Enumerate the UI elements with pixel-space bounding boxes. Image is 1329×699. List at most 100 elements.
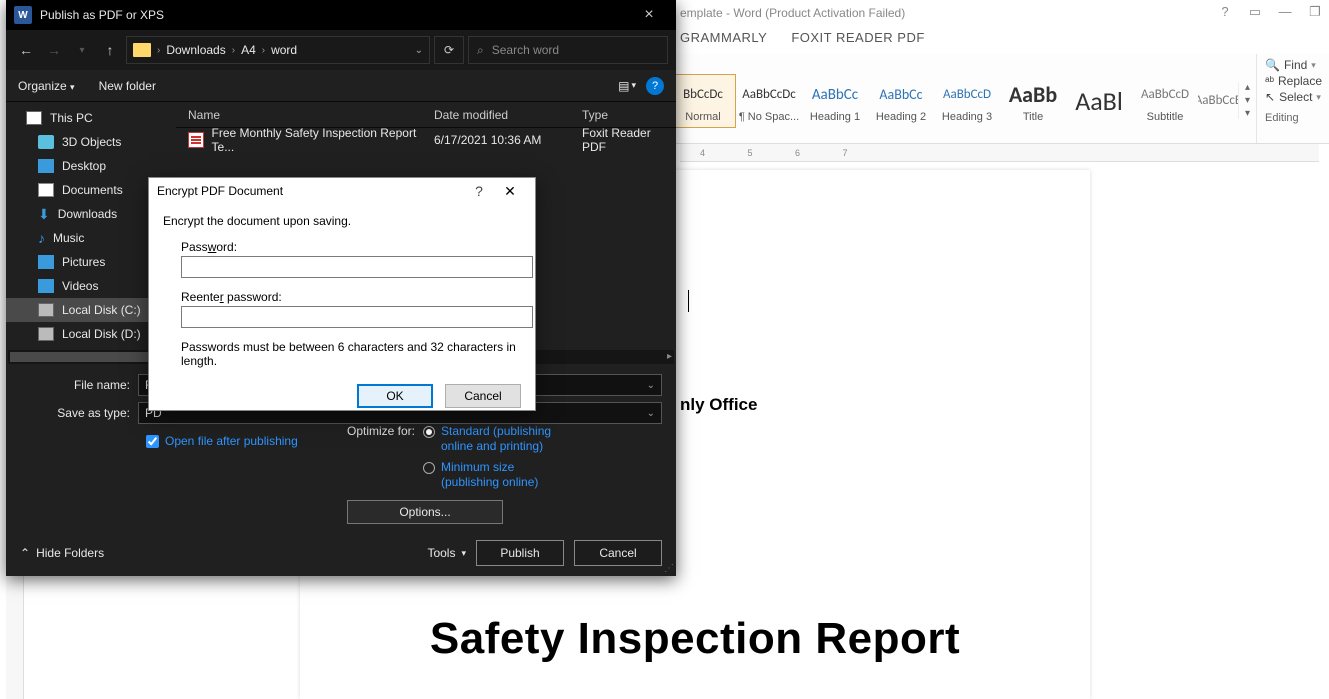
search-placeholder: Search word — [492, 43, 559, 57]
style-title[interactable]: AaBb Title — [1000, 75, 1066, 127]
style-heading2[interactable]: AaBbCc Heading 2 — [868, 75, 934, 127]
help-button[interactable]: ? — [646, 77, 664, 95]
style-gallery[interactable]: BbCcDc Normal AaBbCcDc ¶ No Spac... AaBb… — [670, 54, 1257, 143]
help-icon[interactable]: ? — [1217, 4, 1233, 20]
disk-icon — [38, 327, 54, 341]
chevron-right-icon: › — [262, 45, 265, 56]
search-icon: 🔍 — [1265, 58, 1280, 72]
style-heading1[interactable]: AaBbCc Heading 1 — [802, 75, 868, 127]
style-label: Heading 3 — [936, 111, 998, 123]
up-button[interactable]: ↑ — [98, 42, 122, 58]
pdf-file-icon — [188, 132, 204, 148]
chevron-down-icon: ▾ — [631, 80, 636, 91]
style-sample: AaBbCcD — [1134, 79, 1196, 111]
col-type[interactable]: Type — [582, 108, 676, 122]
forward-button[interactable]: → — [42, 42, 66, 58]
style-aabi[interactable]: AaBl — [1066, 81, 1132, 121]
list-header[interactable]: Name Date modified Type — [176, 102, 676, 128]
back-button[interactable]: ← — [14, 42, 38, 58]
view-button[interactable]: ▤▾ — [618, 79, 636, 93]
optimize-minimum-radio[interactable]: Minimum size (publishing online) — [423, 460, 571, 490]
style-sample: AaBl — [1068, 85, 1130, 117]
chevron-down-icon: ▾ — [1245, 95, 1250, 106]
find-button[interactable]: 🔍Find▾ — [1265, 58, 1322, 72]
tab-grammarly[interactable]: GRAMMARLY — [680, 30, 767, 45]
optimize-standard-radio[interactable]: Standard (publishing online and printing… — [423, 424, 571, 454]
close-button[interactable]: × — [630, 6, 668, 24]
reenter-password-input[interactable] — [181, 306, 533, 328]
restore-icon[interactable]: ❐ — [1307, 4, 1323, 20]
encrypt-body: Encrypt the document upon saving. Passwo… — [149, 204, 535, 384]
chevron-down-icon[interactable]: ⌄ — [647, 408, 655, 419]
style-subtle-emphasis[interactable]: AaBbCcE — [1198, 81, 1238, 121]
style-label: Subtitle — [1134, 111, 1196, 123]
editing-group: 🔍Find▾ ᵃᵇReplace ↖Select▾ Editing — [1257, 54, 1329, 143]
password-note: Passwords must be between 6 characters a… — [181, 340, 521, 368]
style-no-spacing[interactable]: AaBbCcDc ¶ No Spac... — [736, 75, 802, 127]
tools-dropdown[interactable]: Tools▾ — [427, 546, 466, 560]
col-name[interactable]: Name — [176, 108, 434, 122]
organize-button[interactable]: Organize ▾ — [18, 79, 75, 93]
style-gallery-expand[interactable]: ▴ ▾ ▾ — [1238, 82, 1256, 119]
encrypt-buttons: OK Cancel — [149, 384, 535, 418]
file-date: 6/17/2021 10:36 AM — [434, 133, 582, 147]
breadcrumb[interactable]: › Downloads › A4 › word ⌄ — [126, 36, 430, 64]
ok-button[interactable]: OK — [357, 384, 433, 408]
resize-grip[interactable]: ⋰ — [664, 563, 674, 574]
cancel-button[interactable]: Cancel — [445, 384, 521, 408]
explorer-toolbar: Organize ▾ New folder ▤▾ ? — [6, 70, 676, 102]
horizontal-ruler[interactable]: 4 5 6 7 — [680, 144, 1319, 162]
word-icon: W — [14, 6, 32, 24]
tab-foxit[interactable]: FOXIT READER PDF — [791, 30, 924, 45]
disk-icon — [38, 303, 54, 317]
more-icon: ▾ — [1245, 108, 1250, 119]
new-folder-button[interactable]: New folder — [99, 79, 156, 93]
word-title: emplate - Word (Product Activation Faile… — [680, 6, 905, 20]
style-label: Title — [1002, 111, 1064, 123]
help-button[interactable]: ? — [465, 183, 493, 199]
style-sample: AaBb — [1002, 79, 1064, 111]
cancel-button[interactable]: Cancel — [574, 540, 662, 566]
style-normal[interactable]: BbCcDc Normal — [670, 74, 736, 128]
style-heading3[interactable]: AaBbCcD Heading 3 — [934, 75, 1000, 127]
search-input[interactable]: ⌕ Search word — [468, 36, 668, 64]
col-date[interactable]: Date modified — [434, 108, 582, 122]
publish-titlebar: W Publish as PDF or XPS × — [6, 0, 676, 30]
chevron-down-icon[interactable]: ⌄ — [647, 380, 655, 391]
style-subtitle[interactable]: AaBbCcD Subtitle — [1132, 75, 1198, 127]
window-controls: ? ▭ — ❐ — [1217, 4, 1323, 20]
replace-button[interactable]: ᵃᵇReplace — [1265, 74, 1322, 88]
select-button[interactable]: ↖Select▾ — [1265, 90, 1322, 104]
hide-folders-button[interactable]: ⌃Hide Folders — [20, 546, 104, 560]
style-sample: AaBbCc — [804, 79, 866, 111]
close-button[interactable]: ✕ — [493, 183, 527, 200]
open-after-check[interactable] — [146, 435, 159, 448]
publish-footer: ⌃Hide Folders Tools▾ Publish Cancel — [20, 540, 662, 566]
encrypt-titlebar: Encrypt PDF Document ? ✕ — [149, 178, 535, 204]
scroll-right-icon[interactable]: ▸ — [667, 351, 672, 362]
file-row[interactable]: Free Monthly Safety Inspection Report Te… — [176, 128, 676, 152]
folder-icon — [133, 43, 151, 57]
text-cursor — [688, 290, 689, 312]
password-input[interactable] — [181, 256, 533, 278]
refresh-button[interactable]: ⟳ — [434, 36, 464, 64]
tree-3d-objects[interactable]: 3D Objects — [6, 130, 176, 154]
options-button[interactable]: Options... — [347, 500, 503, 524]
ribbon-display-icon[interactable]: ▭ — [1247, 4, 1263, 20]
breadcrumb-a4[interactable]: A4 — [241, 43, 256, 57]
ribbon-tabs: GRAMMARLY FOXIT READER PDF — [680, 30, 925, 45]
minimize-icon[interactable]: — — [1277, 4, 1293, 20]
tree-this-pc[interactable]: This PC — [6, 106, 176, 130]
recent-dropdown[interactable]: ▾ — [70, 45, 94, 56]
breadcrumb-word[interactable]: word — [271, 43, 297, 57]
breadcrumb-downloads[interactable]: Downloads — [166, 43, 225, 57]
breadcrumb-dropdown[interactable]: ⌄ — [415, 45, 423, 56]
file-type: Foxit Reader PDF — [582, 126, 676, 154]
publish-button[interactable]: Publish — [476, 540, 564, 566]
ribbon: BbCcDc Normal AaBbCcDc ¶ No Spac... AaBb… — [670, 54, 1329, 144]
chevron-down-icon: ▾ — [461, 548, 466, 559]
nav-row: ← → ▾ ↑ › Downloads › A4 › word ⌄ ⟳ ⌕ Se… — [6, 30, 676, 70]
tree-desktop[interactable]: Desktop — [6, 154, 176, 178]
file-name-label: File name: — [20, 378, 130, 392]
pc-icon — [26, 111, 42, 125]
